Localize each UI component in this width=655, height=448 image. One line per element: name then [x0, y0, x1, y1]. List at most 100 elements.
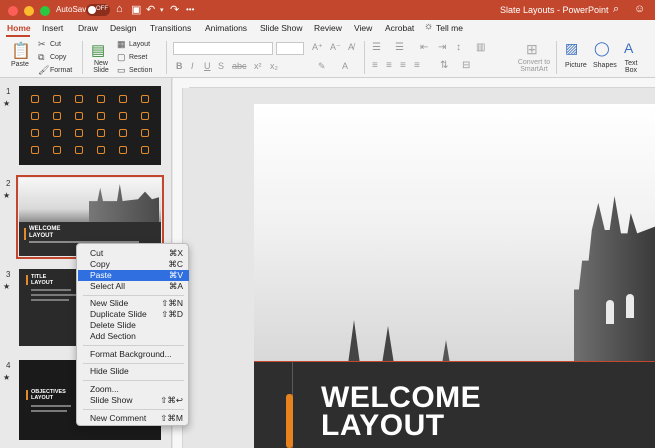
paste-icon[interactable]: 📋 [11, 41, 31, 61]
account-icon[interactable]: ☺ [634, 3, 645, 15]
align-center-icon[interactable]: ≡ [386, 60, 392, 71]
underline-icon[interactable]: U [204, 61, 211, 71]
tab-home[interactable]: Home [7, 23, 31, 33]
slide-title[interactable]: WELCOME LAYOUT [321, 383, 501, 441]
menu-item-format-background[interactable]: Format Background... [78, 349, 189, 360]
smartart-icon[interactable]: ⊞ [526, 41, 538, 58]
menu-item-hide-slide[interactable]: Hide Slide [78, 366, 189, 377]
horizontal-ruler[interactable] [189, 78, 655, 88]
increase-font-icon[interactable]: A⁺ [312, 42, 323, 53]
increase-indent-icon[interactable]: ⇥ [438, 42, 446, 53]
text-box-icon[interactable]: A [624, 40, 633, 56]
decrease-indent-icon[interactable]: ⇤ [420, 42, 428, 53]
strikethrough-icon[interactable]: abc [232, 61, 247, 71]
thumbnail-title: TITLE LAYOUT [31, 274, 54, 286]
align-right-icon[interactable]: ≡ [400, 60, 406, 71]
close-window-button[interactable] [8, 6, 18, 16]
tab-insert[interactable]: Insert [42, 23, 63, 33]
subscript-icon[interactable]: x₂ [270, 61, 278, 71]
undo-dropdown-icon[interactable]: ▾ [160, 6, 164, 14]
menu-item-select-all[interactable]: Select All ⌘A [78, 281, 189, 292]
font-name-field[interactable] [173, 42, 273, 55]
section-icon[interactable]: ▭ [117, 65, 126, 76]
customize-toolbar-icon[interactable]: ••• [186, 5, 194, 14]
justify-icon[interactable]: ≡ [414, 60, 420, 71]
tab-design[interactable]: Design [110, 23, 136, 33]
copy-button[interactable]: Copy [50, 54, 66, 61]
save-icon[interactable]: ▣ [131, 3, 141, 16]
tab-transitions[interactable]: Transitions [150, 23, 191, 33]
menu-item-cut[interactable]: Cut ⌘X [78, 248, 189, 259]
transition-star-icon: ★ [3, 282, 11, 291]
convert-smartart-button[interactable]: Convert to SmartArt [516, 59, 552, 73]
lightbulb-icon: ☼ [424, 21, 434, 32]
text-box-button[interactable]: Text Box [622, 60, 640, 74]
align-left-icon[interactable]: ≡ [372, 60, 378, 71]
menu-item-add-section[interactable]: Add Section [78, 331, 189, 342]
menu-separator [83, 409, 184, 410]
menu-item-slide-show[interactable]: Slide Show ⇧⌘↩ [78, 395, 189, 406]
current-slide[interactable]: WELCOME LAYOUT [254, 104, 655, 448]
menu-item-zoom[interactable]: Zoom... [78, 384, 189, 395]
superscript-icon[interactable]: x² [254, 61, 262, 71]
maximize-window-button[interactable] [40, 6, 50, 16]
section-button[interactable]: Section [129, 67, 152, 74]
menu-item-new-comment[interactable]: New Comment ⇧⌘M [78, 413, 189, 424]
undo-icon[interactable]: ↶ [146, 3, 155, 16]
minimize-window-button[interactable] [24, 6, 34, 16]
slide-number: 4 [6, 361, 11, 370]
tab-animations[interactable]: Animations [205, 23, 247, 33]
transition-star-icon: ★ [3, 99, 11, 108]
layout-button[interactable]: Layout [129, 41, 150, 48]
search-icon[interactable]: ⌕ [613, 3, 619, 16]
shapes-icon[interactable]: ◯ [594, 40, 610, 57]
cut-button[interactable]: Cut [50, 41, 61, 48]
format-painter-icon[interactable]: 🖌 [38, 65, 49, 76]
bullets-icon[interactable]: ☰ [372, 42, 381, 53]
font-size-field[interactable] [276, 42, 304, 55]
layout-icon[interactable]: ▦ [117, 39, 126, 50]
shapes-button[interactable]: Shapes [593, 62, 617, 69]
redo-icon[interactable]: ↷ [170, 3, 179, 16]
paste-button[interactable]: Paste [11, 61, 29, 68]
tab-draw[interactable]: Draw [78, 23, 98, 33]
new-slide-icon[interactable]: ▤ [91, 41, 105, 59]
reset-button[interactable]: Reset [129, 54, 147, 61]
menu-item-new-slide[interactable]: New Slide ⇧⌘N [78, 298, 189, 309]
picture-button[interactable]: Picture [565, 62, 587, 69]
clear-formatting-icon[interactable]: A̸ [348, 42, 354, 52]
font-color-icon[interactable]: A [342, 61, 348, 71]
text-direction-icon[interactable]: ⇅ [440, 60, 448, 71]
reset-icon[interactable]: ▢ [117, 52, 126, 63]
slide-number: 2 [6, 179, 11, 188]
menu-item-paste[interactable]: Paste ⌘V [78, 270, 189, 281]
format-painter-button[interactable]: Format [50, 67, 72, 74]
menu-item-copy[interactable]: Copy ⌘C [78, 259, 189, 270]
copy-icon[interactable]: ⧉ [38, 52, 44, 63]
columns-icon[interactable]: ▥ [476, 42, 485, 53]
decrease-font-icon[interactable]: A⁻ [330, 42, 341, 53]
tab-slide-show[interactable]: Slide Show [260, 23, 303, 33]
highlight-color-icon[interactable]: ✎ [318, 61, 326, 72]
thumbnail-title: OBJECTIVES LAYOUT [31, 389, 66, 401]
italic-icon[interactable]: I [191, 61, 194, 71]
tab-review[interactable]: Review [314, 23, 342, 33]
autosave-toggle[interactable]: OFF [86, 4, 110, 16]
new-slide-button[interactable]: New Slide [90, 60, 112, 74]
line-spacing-icon[interactable]: ↕ [456, 42, 461, 53]
bold-icon[interactable]: B [176, 61, 183, 71]
tab-acrobat[interactable]: Acrobat [385, 23, 414, 33]
slide-thumbnail-1[interactable] [19, 86, 161, 165]
menu-item-delete-slide[interactable]: Delete Slide [78, 320, 189, 331]
scissors-icon[interactable]: ✂ [38, 39, 46, 50]
shadow-icon[interactable]: S [218, 61, 224, 71]
tab-view[interactable]: View [354, 23, 372, 33]
numbering-icon[interactable]: ☰ [395, 42, 404, 53]
tell-me-search[interactable]: Tell me [436, 23, 463, 33]
align-text-icon[interactable]: ⊟ [462, 60, 470, 71]
home-icon[interactable]: ⌂ [116, 3, 123, 15]
ribbon-tabs: Home Insert Draw Design Transitions Anim… [0, 20, 655, 37]
menu-item-duplicate-slide[interactable]: Duplicate Slide ⇧⌘D [78, 309, 189, 320]
picture-icon[interactable]: ▨ [565, 40, 578, 57]
window-title: Slate Layouts - PowerPoint [500, 5, 609, 15]
